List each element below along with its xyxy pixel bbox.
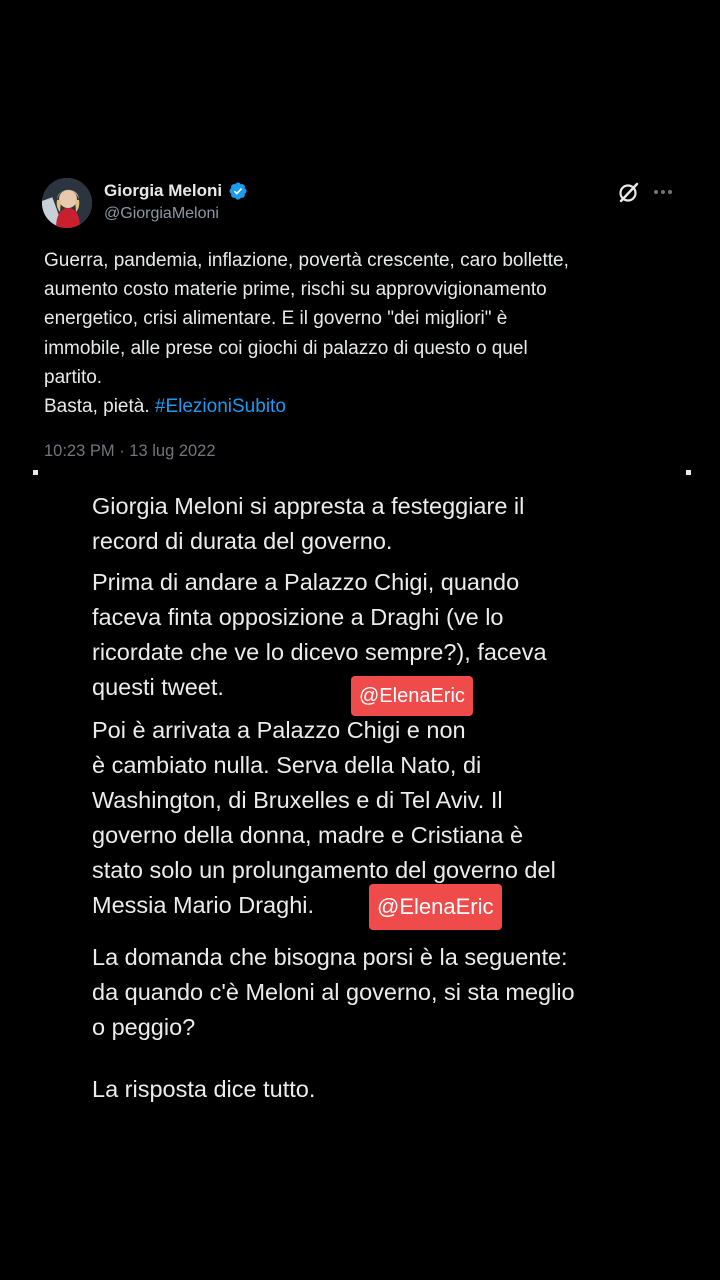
comment-line: record di durata del governo. [92,528,393,554]
comment-line: è cambiato nulla. Serva della Nato, di [92,752,482,778]
comment-paragraph-4: La domanda che bisogna porsi è la seguen… [92,940,692,1045]
tweet-text-line: energetico, crisi alimentare. E il gover… [44,308,508,330]
comment-line: La risposta dice tutto. [92,1076,316,1102]
comment-line: Poi è arrivata a Palazzo Chigi e non [92,717,466,743]
comment-line: Prima di andare a Palazzo Chigi, quando [92,569,520,595]
grok-icon[interactable] [617,180,641,204]
tweet-text-prefix: Basta, pietà. [44,396,155,418]
author-handle[interactable]: @GiorgiaMeloni [104,205,219,223]
author-row: Giorgia Meloni [104,180,248,202]
tweet-timestamp[interactable]: 10:23 PM · 13 lug 2022 [44,442,216,461]
comment-line: stato solo un prolungamento del governo … [92,857,556,883]
comment-line: ricordate che ve lo dicevo sempre?), fac… [92,639,547,665]
comment-paragraph-1: Giorgia Meloni si appresta a festeggiare… [92,489,692,559]
author-name[interactable]: Giorgia Meloni [104,181,222,201]
watermark-label: @ElenaEric [369,884,502,930]
watermark-label: @ElenaEric [351,676,473,716]
comment-line: Washington, di Bruxelles e di Tel Aviv. … [92,787,503,813]
tweet-text-last-line: Basta, pietà. #ElezioniSubito [44,392,684,421]
tweet-text-line: partito. [44,366,103,388]
verified-badge-icon [228,181,248,201]
crop-edge-mark [686,470,691,475]
comment-line: La domanda che bisogna porsi è la seguen… [92,944,568,970]
hashtag-link[interactable]: #ElezioniSubito [155,396,286,417]
comment-line: governo della donna, madre e Cristiana è [92,822,524,848]
avatar-image [42,178,92,228]
comment-paragraph-5: La risposta dice tutto. [92,1072,692,1107]
comment-line: o peggio? [92,1014,196,1040]
crop-edge-mark [33,470,38,475]
more-options-icon[interactable] [651,180,675,204]
comment-line: faceva finta opposizione a Draghi (ve lo [92,604,504,630]
avatar[interactable] [42,178,92,228]
tweet-text-line: immobile, alle prese coi giochi di palaz… [44,337,528,359]
comment-line: Giorgia Meloni si appresta a festeggiare… [92,493,525,519]
tweet-text-line: aumento costo materie prime, rischi su a… [44,279,547,301]
tweet-text-line: Guerra, pandemia, inflazione, povertà cr… [44,250,569,271]
tweet-body: Guerra, pandemia, inflazione, povertà cr… [44,246,684,421]
comment-line: da quando c'è Meloni al governo, si sta … [92,979,575,1005]
